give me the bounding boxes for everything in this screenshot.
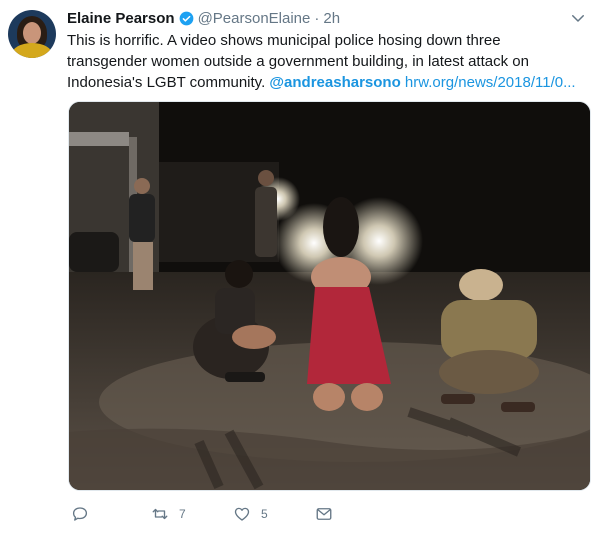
reply-button[interactable] xyxy=(71,503,99,525)
verified-badge-icon xyxy=(179,11,193,25)
avatar[interactable] xyxy=(8,10,56,58)
heart-icon xyxy=(234,507,250,521)
mention-link[interactable]: @andreasharsono xyxy=(269,74,400,91)
tweet: Elaine Pearson @PearsonElaine · 2h This … xyxy=(0,0,600,534)
retweet-button[interactable]: 7 xyxy=(151,503,186,525)
header-separator: · xyxy=(314,9,320,27)
tweet-actions: 7 5 xyxy=(67,503,367,525)
envelope-icon xyxy=(316,508,332,520)
tweet-text-block: This is horrific. A video shows municipa… xyxy=(67,30,577,93)
avatar-face xyxy=(23,22,41,44)
retweet-icon xyxy=(152,508,168,520)
article-link[interactable]: hrw.org/news/2018/11/0... xyxy=(405,74,576,91)
tweet-header: Elaine Pearson @PearsonElaine · 2h xyxy=(67,8,340,28)
direct-message-button[interactable] xyxy=(315,503,333,525)
retweet-count: 7 xyxy=(179,507,186,521)
reply-icon xyxy=(72,507,88,521)
tweet-photo[interactable] xyxy=(68,101,591,491)
chevron-down-icon[interactable] xyxy=(569,9,587,27)
like-count: 5 xyxy=(261,507,268,521)
tweet-timestamp[interactable]: 2h xyxy=(323,10,340,27)
photo-scene xyxy=(69,102,590,490)
author-name[interactable]: Elaine Pearson xyxy=(67,10,175,27)
avatar-body xyxy=(12,43,52,58)
like-button[interactable]: 5 xyxy=(233,503,268,525)
author-handle[interactable]: @PearsonElaine xyxy=(198,10,311,27)
